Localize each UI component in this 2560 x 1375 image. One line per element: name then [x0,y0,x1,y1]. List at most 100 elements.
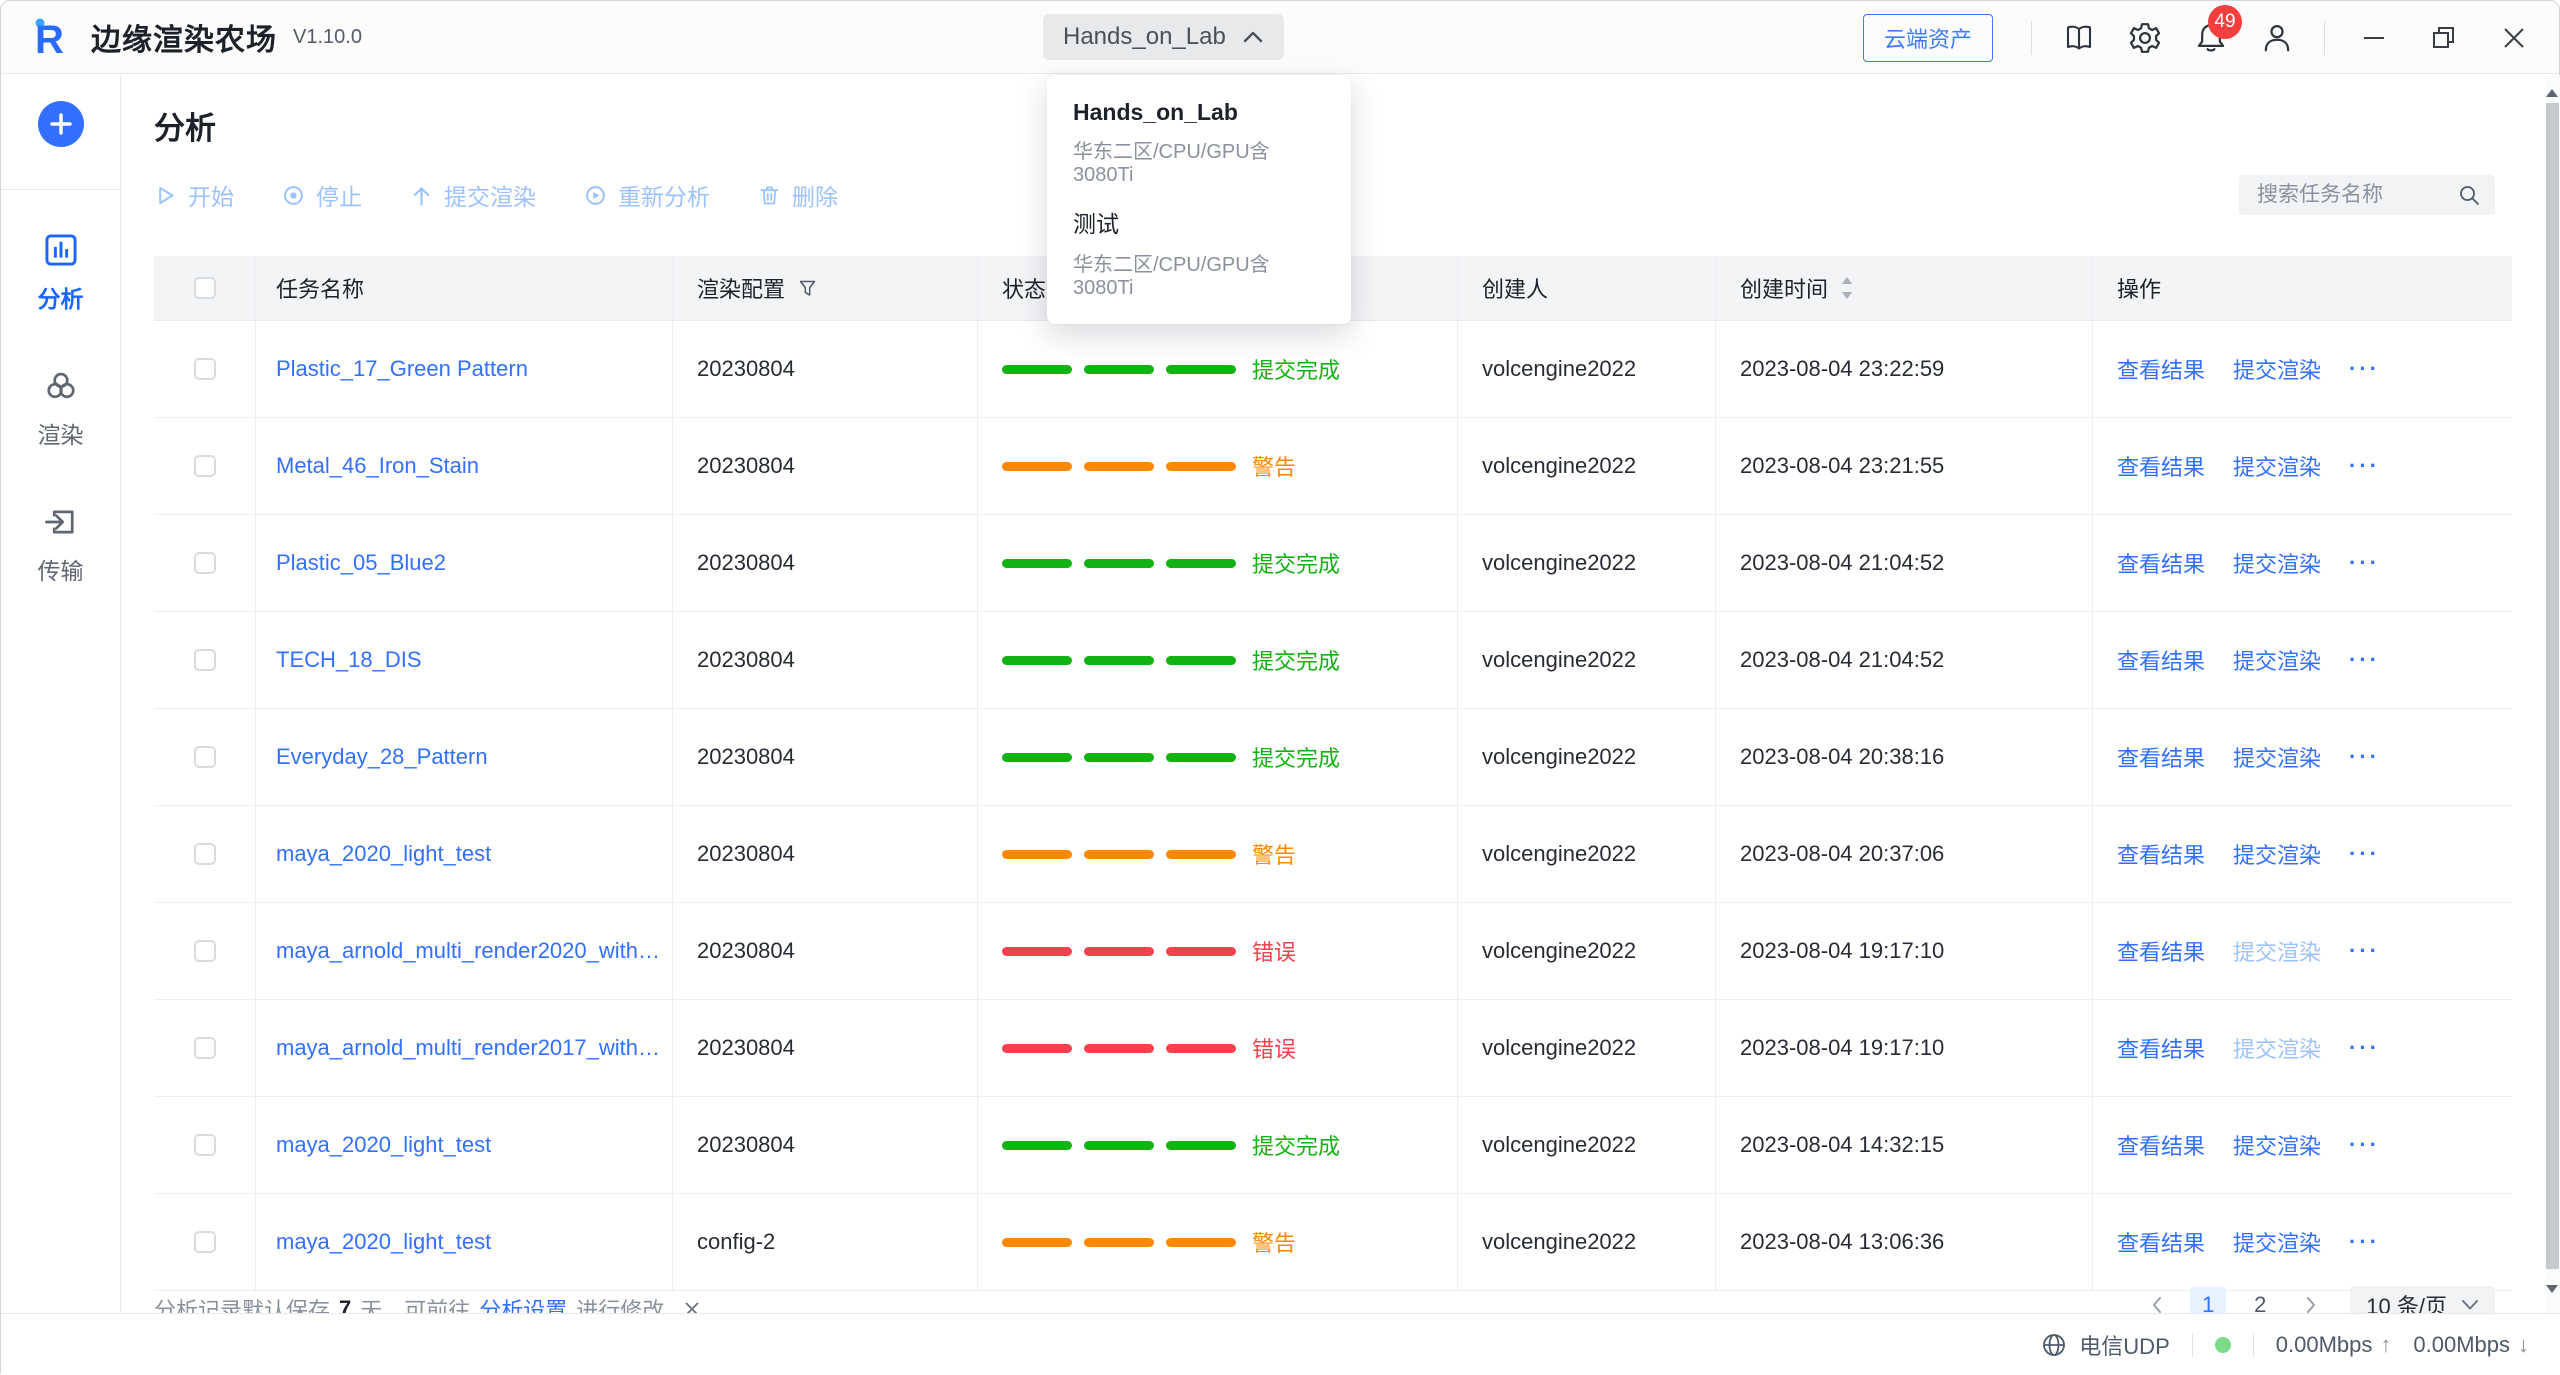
task-name-cell: Everyday_28_Pattern [255,709,672,805]
view-result-link[interactable]: 查看结果 [2117,741,2205,773]
row-checkbox[interactable] [194,358,216,380]
more-actions-button[interactable]: ··· [2349,550,2380,576]
sidebar-item-render[interactable]: 渲染 [1,368,120,450]
workspace-selector-button[interactable]: Hands_on_Lab [1043,14,1284,60]
more-actions-button[interactable]: ··· [2349,356,2380,382]
submit-render-link[interactable]: 提交渲染 [2233,1226,2321,1258]
search-icon[interactable] [2457,183,2481,207]
page-size-select[interactable]: 10 条/页 [2350,1286,2495,1313]
reanalyze-button[interactable]: 重新分析 [584,178,710,212]
analysis-settings-link[interactable]: 分析设置 [479,1293,567,1313]
workspace-option[interactable]: Hands_on_Lab 华东二区/CPU/GPU含3080Ti [1073,99,1325,187]
scrollbar-down-arrow[interactable] [2546,1285,2558,1299]
row-checkbox[interactable] [194,455,216,477]
sidebar-item-analysis[interactable]: 分析 [1,232,120,314]
prev-page-button[interactable] [2140,1287,2174,1313]
view-result-link[interactable]: 查看结果 [2117,935,2205,967]
workspace-option[interactable]: 测试 华东二区/CPU/GPU含3080Ti [1073,205,1325,300]
progress-bar [1002,365,1236,374]
row-checkbox[interactable] [194,552,216,574]
status-cell: 提交完成 [977,321,1457,417]
row-checkbox[interactable] [194,940,216,962]
view-result-link[interactable]: 查看结果 [2117,450,2205,482]
created-time-value: 2023-08-04 21:04:52 [1740,647,1944,673]
more-actions-button[interactable]: ··· [2349,647,2380,673]
scrollbar-thumb[interactable] [2546,103,2559,1269]
account-button[interactable] [2244,21,2310,55]
submit-render-link[interactable]: 提交渲染 [2233,1032,2321,1064]
submit-render-link[interactable]: 提交渲染 [2233,547,2321,579]
row-checkbox[interactable] [194,843,216,865]
progress-bar [1002,753,1236,762]
start-button[interactable]: 开始 [154,178,234,212]
view-result-link[interactable]: 查看结果 [2117,644,2205,676]
task-name-link[interactable]: Metal_46_Iron_Stain [276,453,479,479]
more-actions-button[interactable]: ··· [2349,744,2380,770]
notice-close-icon[interactable] [683,1300,701,1313]
submit-render-link[interactable]: 提交渲染 [2233,644,2321,676]
scrollbar-up-arrow[interactable] [2546,83,2558,97]
more-actions-button[interactable]: ··· [2349,841,2380,867]
submit-render-link[interactable]: 提交渲染 [2233,838,2321,870]
select-all-checkbox[interactable] [194,277,216,299]
task-name-link[interactable]: maya_2020_light_test [276,841,491,867]
task-name-link[interactable]: Plastic_17_Green Pattern [276,356,528,382]
view-result-link[interactable]: 查看结果 [2117,1226,2205,1258]
submit-render-button[interactable]: 提交渲染 [410,178,536,212]
task-name-link[interactable]: maya_2020_light_test [276,1229,491,1255]
stop-button[interactable]: 停止 [282,178,362,212]
sort-icon[interactable] [1840,275,1854,301]
submit-render-link[interactable]: 提交渲染 [2233,450,2321,482]
view-result-link[interactable]: 查看结果 [2117,353,2205,385]
restore-icon [2430,24,2458,52]
more-actions-button[interactable]: ··· [2349,938,2380,964]
progress-segment [1166,947,1236,956]
settings-button[interactable] [2112,21,2178,55]
view-result-link[interactable]: 查看结果 [2117,1032,2205,1064]
row-checkbox[interactable] [194,1134,216,1156]
page-button-2[interactable]: 2 [2242,1287,2278,1313]
table-row: Plastic_17_Green Pattern 20230804 提交完成 v… [154,321,2512,418]
task-name-link[interactable]: maya_arnold_multi_render2017_with_textur… [276,1035,672,1061]
close-button[interactable] [2479,24,2549,52]
sidebar-item-transfer[interactable]: 传输 [1,504,120,586]
submit-render-link[interactable]: 提交渲染 [2233,935,2321,967]
filter-icon[interactable] [797,278,818,299]
more-actions-button[interactable]: ··· [2349,1035,2380,1061]
submit-render-link[interactable]: 提交渲染 [2233,741,2321,773]
more-actions-button[interactable]: ··· [2349,1132,2380,1158]
row-checkbox[interactable] [194,1037,216,1059]
task-name-link[interactable]: Everyday_28_Pattern [276,744,488,770]
task-name-link[interactable]: TECH_18_DIS [276,647,422,673]
network-indicator[interactable]: 电信UDP [2041,1329,2169,1361]
progress-segment [1166,1141,1236,1150]
restore-button[interactable] [2409,24,2479,52]
more-actions-button[interactable]: ··· [2349,1229,2380,1255]
row-checkbox[interactable] [194,746,216,768]
minimize-button[interactable] [2339,24,2409,52]
page-button-1[interactable]: 1 [2190,1287,2226,1313]
task-name-link[interactable]: maya_2020_light_test [276,1132,491,1158]
table-row: maya_2020_light_test 20230804 警告 volceng… [154,806,2512,903]
more-actions-button[interactable]: ··· [2349,453,2380,479]
cloud-assets-button[interactable]: 云端资产 [1863,14,1993,62]
task-name-cell: Plastic_17_Green Pattern [255,321,672,417]
docs-button[interactable] [2046,22,2112,54]
vertical-scrollbar[interactable] [2545,75,2560,1313]
row-checkbox[interactable] [194,649,216,671]
next-page-button[interactable] [2294,1287,2328,1313]
delete-button[interactable]: 删除 [758,178,838,212]
view-result-link[interactable]: 查看结果 [2117,1129,2205,1161]
add-task-button[interactable] [38,101,84,147]
search-input[interactable] [2255,182,2457,208]
task-name-link[interactable]: maya_arnold_multi_render2020_with_textur… [276,938,672,964]
task-name-link[interactable]: Plastic_05_Blue2 [276,550,446,576]
submit-render-link[interactable]: 提交渲染 [2233,1129,2321,1161]
submit-render-link[interactable]: 提交渲染 [2233,353,2321,385]
row-checkbox[interactable] [194,1231,216,1253]
notifications-button[interactable]: 49 [2178,21,2244,55]
view-result-link[interactable]: 查看结果 [2117,547,2205,579]
render-config-cell: config-2 [672,1194,977,1290]
operations-cell: 查看结果 提交渲染 ··· [2092,1097,2512,1193]
view-result-link[interactable]: 查看结果 [2117,838,2205,870]
